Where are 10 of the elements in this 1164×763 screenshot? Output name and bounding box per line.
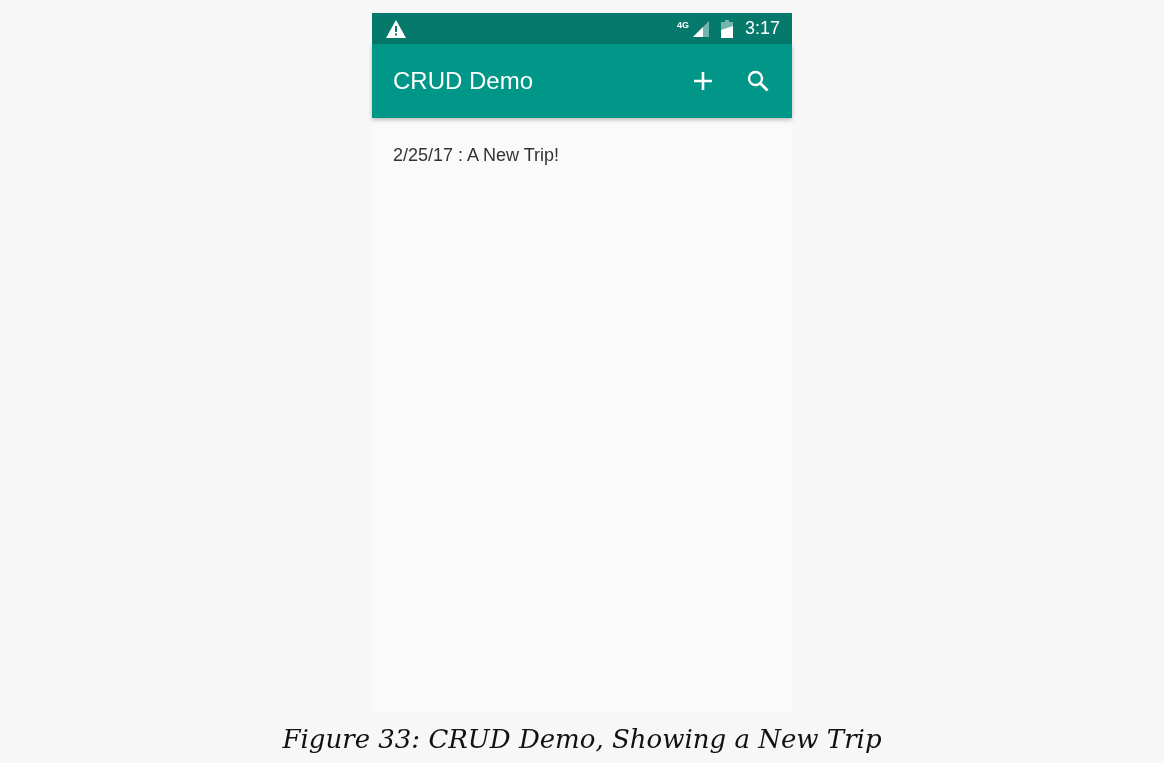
- warning-icon: [386, 19, 406, 38]
- clock-time: 3:17: [744, 17, 780, 40]
- search-icon: [746, 69, 770, 93]
- app-title: CRUD Demo: [393, 66, 533, 96]
- figure-caption: Figure 33: CRUD Demo, Showing a New Trip: [281, 723, 883, 756]
- trip-item[interactable]: 2/25/17 : A New Trip!: [372, 118, 792, 193]
- battery-icon: [720, 19, 733, 38]
- network-type: 4G: [676, 21, 689, 30]
- plus-icon: [692, 70, 714, 92]
- signal-icon: [692, 20, 709, 37]
